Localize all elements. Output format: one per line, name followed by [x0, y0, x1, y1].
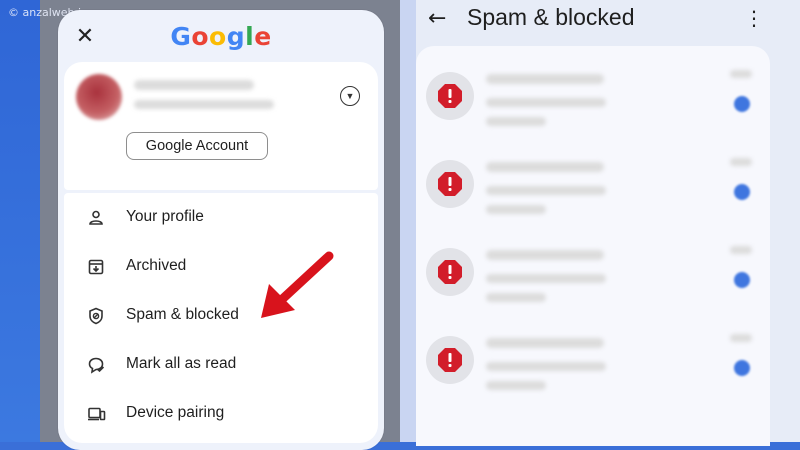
- unread-dot: [734, 272, 750, 288]
- menu-item-mark-all-read[interactable]: Mark all as read: [64, 344, 378, 388]
- archive-icon: [88, 259, 104, 275]
- sender-redacted: [486, 162, 604, 172]
- timestamp-redacted: [730, 334, 752, 342]
- timestamp-redacted: [730, 246, 752, 254]
- snippet-redacted: [486, 205, 546, 214]
- red-arrow-annotation: [261, 251, 334, 318]
- account-drawer: ✕ Google ▼ Google Account Your profile A…: [58, 10, 384, 450]
- account-card: ▼ Google Account: [64, 62, 378, 190]
- spam-warning-icon: [438, 348, 462, 372]
- unread-dot: [734, 96, 750, 112]
- snippet-redacted: [486, 381, 546, 390]
- menu-item-device-pairing[interactable]: Device pairing: [64, 393, 378, 437]
- spam-blocked-screen: ← Spam & blocked ⋮: [400, 0, 800, 446]
- list-item[interactable]: [416, 230, 770, 316]
- snippet-redacted: [486, 293, 546, 302]
- timestamp-redacted: [730, 158, 752, 166]
- menu-item-label: Mark all as read: [126, 355, 237, 372]
- account-name-redacted: [134, 80, 254, 90]
- list-item[interactable]: [416, 54, 770, 140]
- timestamp-redacted: [730, 70, 752, 78]
- logo-letter: g: [226, 22, 246, 51]
- menu-item-label: Archived: [126, 257, 187, 274]
- snippet-redacted: [486, 186, 606, 195]
- menu-item-your-profile[interactable]: Your profile: [64, 197, 378, 241]
- spam-badge: [426, 72, 474, 120]
- spam-badge: [426, 160, 474, 208]
- list-item[interactable]: [416, 142, 770, 228]
- chat-check-icon: [88, 357, 105, 374]
- google-account-button[interactable]: Google Account: [126, 132, 268, 160]
- spam-warning-icon: [438, 260, 462, 284]
- google-logo: Google: [58, 22, 384, 51]
- spam-badge: [426, 336, 474, 384]
- page-title: Spam & blocked: [467, 4, 635, 30]
- sender-redacted: [486, 74, 604, 84]
- spam-badge: [426, 248, 474, 296]
- sender-redacted: [486, 338, 604, 348]
- account-email-redacted: [134, 100, 274, 109]
- snippet-redacted: [486, 98, 606, 107]
- menu-item-label: Device pairing: [126, 404, 225, 421]
- menu-item-label: Spam & blocked: [126, 306, 239, 323]
- list-item[interactable]: [416, 318, 770, 404]
- panel-divider: [400, 0, 416, 442]
- sender-redacted: [486, 250, 604, 260]
- devices-icon: [88, 407, 106, 421]
- more-vert-icon[interactable]: ⋮: [744, 6, 764, 30]
- unread-dot: [734, 184, 750, 200]
- snippet-redacted: [486, 117, 546, 126]
- person-icon: [89, 210, 103, 225]
- logo-letter: l: [245, 22, 255, 51]
- shield-icon: [89, 307, 103, 325]
- arrow-back-icon[interactable]: ←: [428, 6, 446, 31]
- unread-dot: [734, 360, 750, 376]
- logo-letter: G: [170, 22, 192, 51]
- chevron-down-icon[interactable]: ▼: [340, 86, 360, 106]
- spam-warning-icon: [438, 84, 462, 108]
- logo-letter: o: [191, 22, 210, 51]
- logo-letter: e: [254, 22, 272, 51]
- menu-item-label: Your profile: [126, 208, 204, 225]
- avatar[interactable]: [76, 74, 122, 120]
- spam-warning-icon: [438, 172, 462, 196]
- snippet-redacted: [486, 362, 606, 371]
- logo-letter: o: [209, 22, 227, 51]
- snippet-redacted: [486, 274, 606, 283]
- conversation-list: [416, 46, 770, 446]
